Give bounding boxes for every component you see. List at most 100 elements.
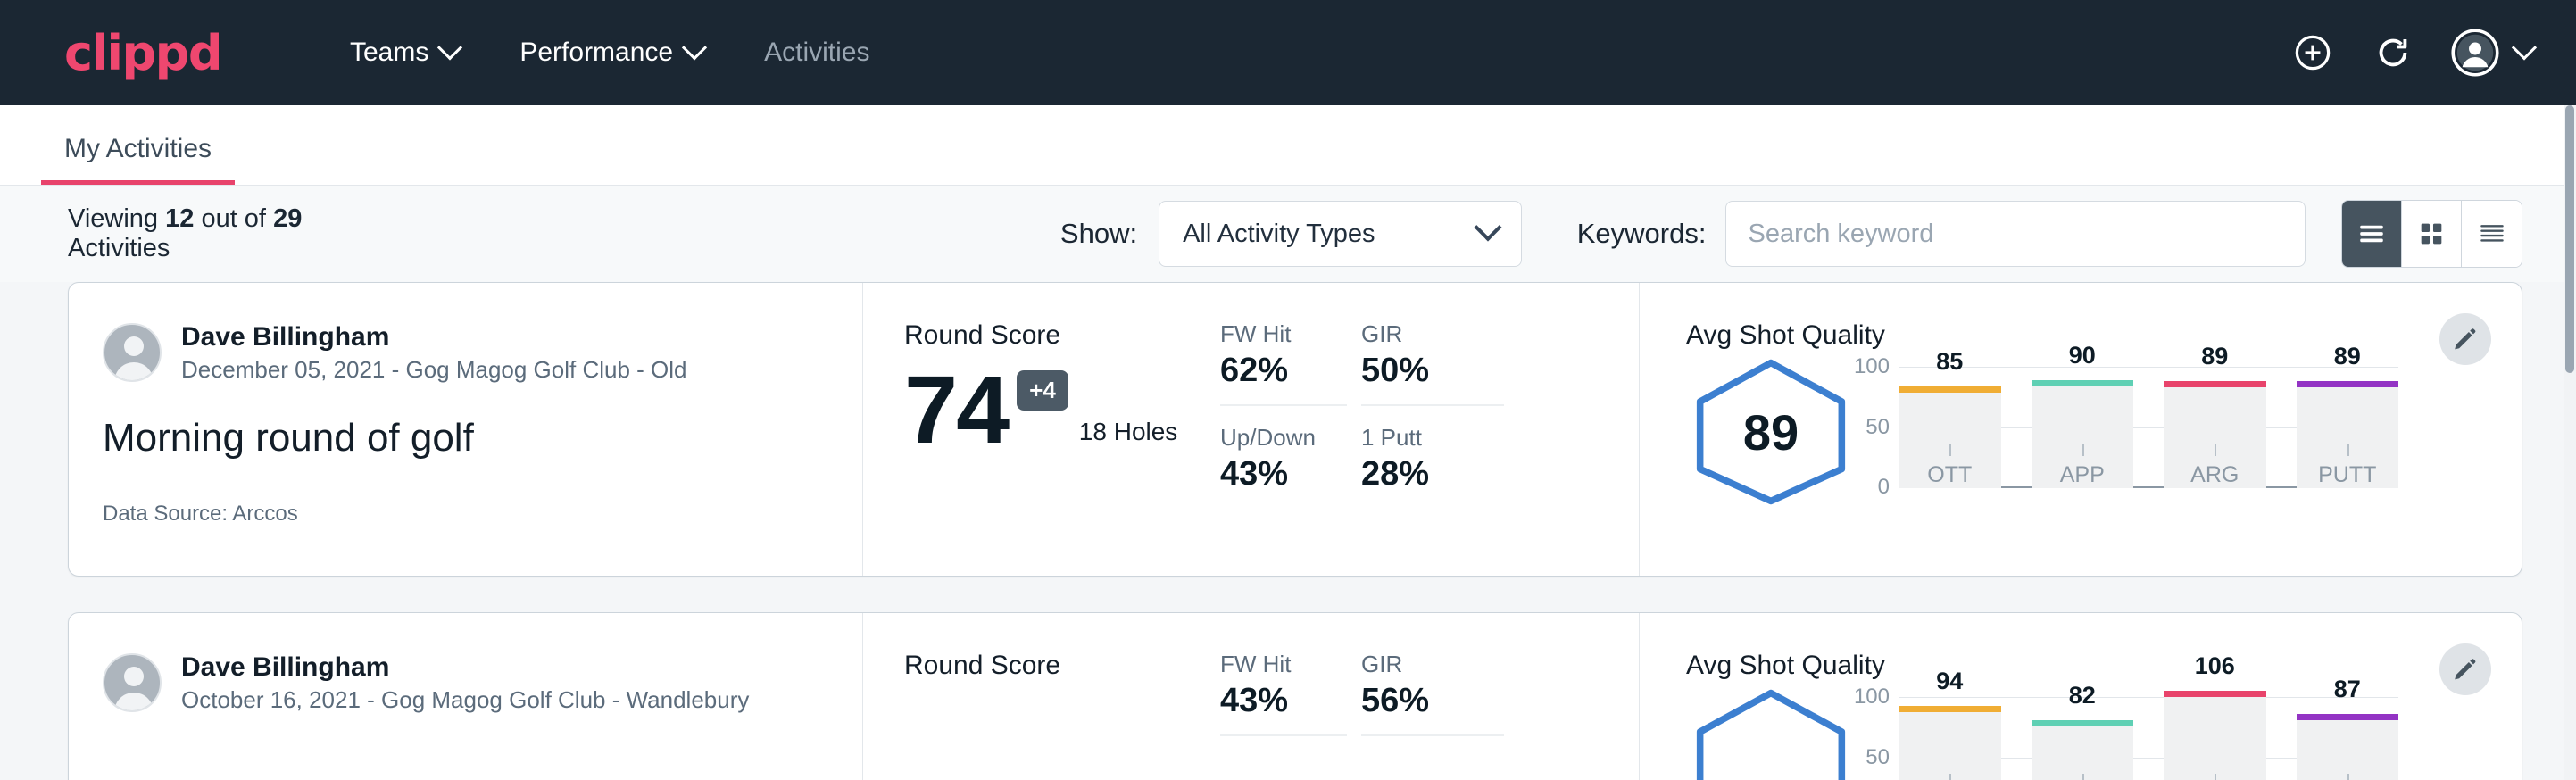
bar-category-label: ARG xyxy=(2164,462,2266,488)
stat-value: 43% xyxy=(1220,682,1347,720)
stat-label: 1 Putt xyxy=(1361,424,1504,452)
axis-tick xyxy=(1949,774,1951,780)
stat-label: GIR xyxy=(1361,320,1504,348)
axis-tick xyxy=(1949,444,1951,456)
activity-card[interactable]: Dave Billingham October 16, 2021 - Gog M… xyxy=(68,612,2522,780)
viewing-middle: out of xyxy=(201,204,266,233)
shot-quality-bar-chart: 0 50 100 85 OTT 90 xyxy=(1899,356,2398,535)
stat-label: FW Hit xyxy=(1220,320,1347,348)
stat-label: Up/Down xyxy=(1220,424,1347,452)
axis-tick xyxy=(2347,774,2349,780)
filter-bar: Viewing 12 out of 29 Activities Show: Al… xyxy=(0,186,2576,282)
compact-list-icon xyxy=(2477,219,2507,249)
round-stats: FW Hit 43% GIR 56% xyxy=(1220,613,1640,780)
stat-value: 56% xyxy=(1361,682,1504,720)
nav-item-activities[interactable]: Activities xyxy=(734,37,900,68)
nav-actions xyxy=(2290,29,2533,77)
top-navbar: clippd Teams Performance Activities xyxy=(0,0,2576,105)
y-axis-tick-label: 50 xyxy=(1866,745,1890,770)
bar-cap xyxy=(2032,380,2134,386)
edit-activity-button[interactable] xyxy=(2439,643,2491,695)
avatar xyxy=(103,653,162,712)
stat-gir: GIR 50% xyxy=(1361,320,1504,406)
activity-meta: December 05, 2021 - Gog Magog Golf Club … xyxy=(181,354,687,386)
axis-tick xyxy=(2082,774,2084,780)
bar-cap xyxy=(1899,386,2001,393)
avg-shot-quality-body: 89 0 50 100 85 xyxy=(1686,356,2522,535)
activity-type-value: All Activity Types xyxy=(1183,220,1375,249)
stat-label: GIR xyxy=(1361,651,1504,678)
axis-tick xyxy=(2082,444,2084,456)
plus-circle-icon[interactable] xyxy=(2290,30,2335,75)
shot-quality-bar-chart: 0 50 100 94 OTT 82 xyxy=(1899,686,2398,780)
bar-column: 85 OTT xyxy=(1899,356,2001,488)
axis-tick xyxy=(2215,774,2216,780)
pencil-icon xyxy=(2452,656,2479,683)
bar-value-label: 85 xyxy=(1899,348,2001,376)
nav-item-label: Activities xyxy=(764,37,869,68)
show-label: Show: xyxy=(1060,218,1137,250)
viewing-suffix: Activities xyxy=(68,234,170,262)
refresh-icon[interactable] xyxy=(2371,30,2415,75)
app-logo[interactable]: clippd xyxy=(64,25,221,81)
bar-category-label: APP xyxy=(2032,462,2134,488)
viewing-total: 29 xyxy=(273,204,302,233)
quality-score-value: 89 xyxy=(1686,356,1856,508)
user-menu[interactable] xyxy=(2451,29,2533,77)
bar-column: 82 APP xyxy=(2032,686,2134,780)
bar-value-label: 94 xyxy=(1899,668,2001,695)
tab-my-activities[interactable]: My Activities xyxy=(41,134,235,185)
pencil-icon xyxy=(2452,326,2479,353)
bar-cap xyxy=(2164,691,2266,697)
viewing-summary: Viewing 12 out of 29 Activities xyxy=(68,204,370,263)
chevron-down-icon xyxy=(1474,213,1501,241)
activity-card-list: Dave Billingham December 05, 2021 - Gog … xyxy=(0,282,2576,780)
viewing-count: 12 xyxy=(165,204,194,233)
activity-info: Dave Billingham December 05, 2021 - Gog … xyxy=(69,283,863,576)
stat-value: 62% xyxy=(1220,352,1347,390)
list-view-button[interactable] xyxy=(2342,201,2402,267)
round-score-label: Round Score xyxy=(904,320,1220,351)
bar-category-label: OTT xyxy=(1899,462,2001,488)
activity-card[interactable]: Dave Billingham December 05, 2021 - Gog … xyxy=(68,282,2522,577)
activity-info: Dave Billingham October 16, 2021 - Gog M… xyxy=(69,613,863,780)
avatar xyxy=(103,323,162,382)
viewing-prefix: Viewing xyxy=(68,204,158,233)
round-score-label: Round Score xyxy=(904,651,1220,681)
scrollbar-thumb[interactable] xyxy=(2565,105,2574,373)
bar-value-label: 87 xyxy=(2297,676,2399,703)
stat-fw-hit: FW Hit 62% xyxy=(1220,320,1347,406)
bar-cap xyxy=(2297,714,2399,720)
bar xyxy=(2297,714,2399,780)
quality-hexagon: 89 xyxy=(1686,356,1856,508)
round-score-row xyxy=(904,695,1220,702)
bar-cap xyxy=(2032,720,2134,726)
bar-cap xyxy=(2297,381,2399,387)
compact-view-button[interactable] xyxy=(2462,201,2522,267)
bar-group: 85 OTT 90 APP 89 A xyxy=(1899,356,2398,488)
chevron-down-icon xyxy=(437,35,462,60)
quality-score-value xyxy=(1686,686,1856,780)
search-input[interactable] xyxy=(1725,201,2306,267)
bar-column: 106 ARG xyxy=(2164,686,2266,780)
nav-item-teams[interactable]: Teams xyxy=(320,37,489,68)
page-scrollbar[interactable] xyxy=(2564,105,2576,780)
author-name: Dave Billingham xyxy=(181,651,749,685)
activity-data-source: Data Source: Arccos xyxy=(103,502,862,527)
bar-group: 94 OTT 82 APP 106 xyxy=(1899,686,2398,780)
nav-item-performance[interactable]: Performance xyxy=(489,37,734,68)
round-score-row: 74 +4 18 Holes xyxy=(904,365,1220,453)
activity-type-select[interactable]: All Activity Types xyxy=(1159,201,1522,267)
stat-gir: GIR 56% xyxy=(1361,651,1504,736)
keywords-label: Keywords: xyxy=(1577,218,1707,250)
bar-value-label: 82 xyxy=(2032,682,2134,709)
grid-view-button[interactable] xyxy=(2402,201,2462,267)
list-icon xyxy=(2356,219,2387,249)
view-toggle-group xyxy=(2341,200,2522,268)
axis-tick xyxy=(2215,444,2216,456)
y-axis-tick-label: 100 xyxy=(1854,354,1890,379)
avg-shot-quality-block: Avg Shot Quality 0 50 100 xyxy=(1640,613,2522,780)
bar-value-label: 106 xyxy=(2164,652,2266,680)
edit-activity-button[interactable] xyxy=(2439,313,2491,365)
activity-meta: October 16, 2021 - Gog Magog Golf Club -… xyxy=(181,685,749,716)
